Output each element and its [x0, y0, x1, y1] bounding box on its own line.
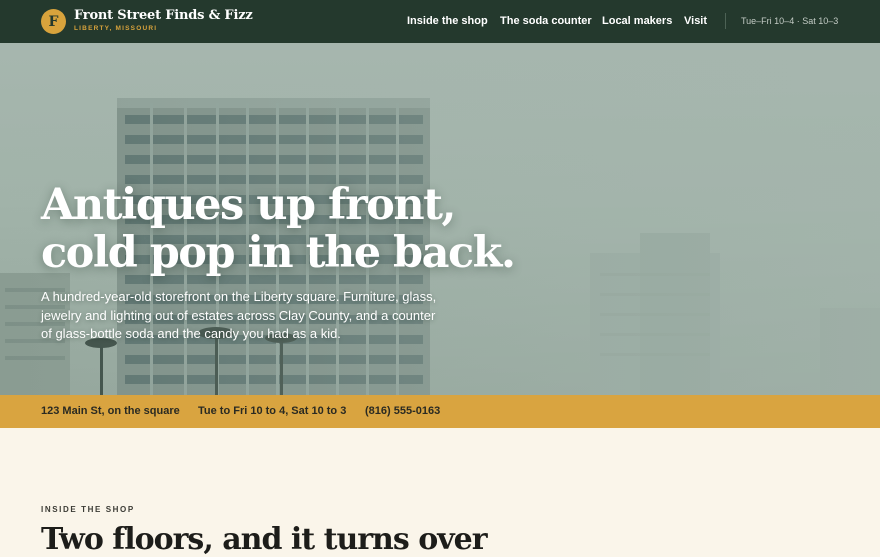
- hours: Tue to Fri 10 to 4, Sat 10 to 3: [198, 405, 347, 417]
- nav-inside-the-shop[interactable]: Inside the shop: [407, 15, 488, 27]
- logo-badge[interactable]: F: [41, 9, 66, 34]
- nav-visit[interactable]: Visit: [684, 15, 707, 27]
- section-title: Two floors, and it turns over: [41, 522, 488, 557]
- hero-title-line-2: cold pop in the back.: [41, 228, 516, 278]
- hero-description: A hundred-year-old storefront on the Lib…: [41, 289, 437, 341]
- header-hours: Tue–Fri 10–4 · Sat 10–3: [741, 16, 839, 26]
- nav-local-makers[interactable]: Local makers: [602, 15, 672, 27]
- hero-section: Antiques up front, cold pop in the back.…: [0, 43, 880, 395]
- nav-soda-counter[interactable]: The soda counter: [500, 15, 592, 27]
- address: 123 Main St, on the square: [41, 405, 180, 417]
- brand-name[interactable]: Front Street Finds & Fizz: [74, 8, 253, 23]
- phone-number[interactable]: (816) 555-0163: [365, 405, 440, 417]
- site-header: F Front Street Finds & Fizz LIBERTY, MIS…: [0, 0, 880, 43]
- brand-location: LIBERTY, MISSOURI: [74, 25, 158, 32]
- hero-title: Antiques up front, cold pop in the back.: [41, 180, 516, 278]
- info-bar: 123 Main St, on the square Tue to Fri 10…: [0, 395, 880, 428]
- section-eyebrow: INSIDE THE SHOP: [41, 505, 135, 514]
- nav-divider: [725, 13, 726, 29]
- hero-title-line-1: Antiques up front,: [41, 180, 456, 230]
